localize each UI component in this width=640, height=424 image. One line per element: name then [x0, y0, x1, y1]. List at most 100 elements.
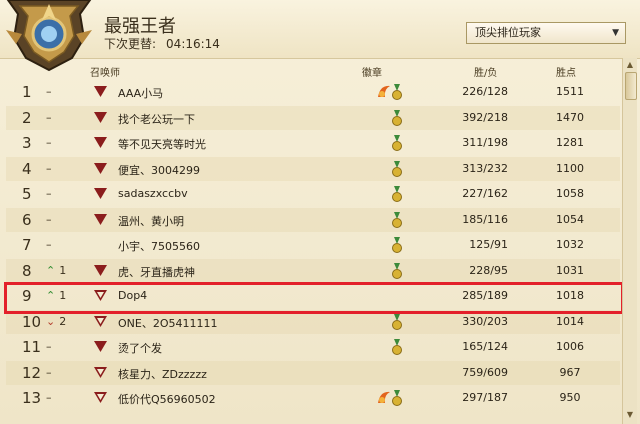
- column-header-summoner: 召唤师: [90, 68, 120, 79]
- ranking-filter-value: 顶尖排位玩家: [475, 26, 541, 39]
- scrollbar[interactable]: ▲ ▼: [622, 58, 637, 424]
- summoner-name[interactable]: 等不见天亮等时光: [118, 136, 206, 152]
- win-loss-value: 165/124: [462, 340, 508, 353]
- column-header-win-loss: 胜/负: [474, 68, 498, 79]
- team-icon: [94, 111, 107, 123]
- points-value: 1054: [556, 212, 584, 226]
- team-icon: [94, 188, 107, 199]
- rank-number: 2: [22, 108, 32, 127]
- rank-change: –: [46, 238, 52, 251]
- summoner-name[interactable]: sadaszxccbv: [118, 187, 188, 200]
- summoner-name[interactable]: 温州、黄小明: [118, 213, 184, 229]
- badge-list: [364, 236, 404, 254]
- win-loss-value: 311/198: [462, 136, 508, 149]
- scrollbar-thumb[interactable]: [625, 72, 637, 100]
- rank-change: –: [46, 110, 52, 124]
- win-loss-value: 125/91: [469, 238, 508, 251]
- badge-list: [364, 364, 404, 382]
- scroll-down-icon[interactable]: ▼: [623, 410, 637, 422]
- rank-number: 11: [22, 338, 42, 356]
- summoner-name[interactable]: 虎、牙直播虎神: [118, 264, 195, 280]
- ranking-filter-dropdown[interactable]: 顶尖排位玩家 ▼: [466, 22, 626, 44]
- table-row[interactable]: 11– 烫了个发 165/124 1006: [6, 335, 620, 359]
- rank-number: 13: [22, 389, 42, 407]
- rank-number: 3: [22, 134, 32, 152]
- rank-change: –: [46, 187, 52, 200]
- badge-list: [364, 185, 404, 203]
- rank-change: –: [46, 340, 52, 353]
- points-value: 1031: [556, 263, 584, 277]
- win-loss-value: 185/116: [462, 212, 508, 226]
- summoner-name[interactable]: ONE、2O5411111: [118, 315, 217, 331]
- table-row[interactable]: 13– 低价代Q56960502 297/187 950: [6, 386, 620, 410]
- rank-change: ⌄ 2: [46, 315, 74, 328]
- scroll-up-icon[interactable]: ▲: [623, 60, 637, 72]
- rank-change: –: [46, 136, 52, 149]
- rank-change: –: [46, 212, 52, 226]
- table-row[interactable]: 2– 找个老公玩一下 392/218 1470: [6, 105, 620, 130]
- table-row[interactable]: 4– 便宜、3004299 313/232 1100: [6, 156, 620, 181]
- win-loss-value: 226/128: [462, 85, 508, 98]
- medal-badge-icon: [392, 390, 402, 406]
- summoner-name[interactable]: 烫了个发: [118, 340, 162, 356]
- summoner-name[interactable]: 核星力、ZDzzzzz: [118, 366, 207, 382]
- summoner-name[interactable]: 小宇、7505560: [118, 238, 200, 254]
- table-row[interactable]: 12– 核星力、ZDzzzzz 759/609 967: [6, 360, 620, 385]
- win-loss-value: 330/203: [462, 314, 508, 328]
- badge-list: [364, 160, 404, 178]
- fire-badge-icon: [378, 85, 390, 97]
- win-loss-value: 227/162: [462, 187, 508, 200]
- table-row[interactable]: 1 – AAA小马 226/128 1511: [6, 80, 620, 104]
- rank-change: –: [46, 365, 52, 379]
- rank-change: ⌃ 1: [46, 264, 74, 277]
- rank-number: 1: [22, 83, 32, 101]
- table-row[interactable]: 8 ⌃ 1 虎、牙直播虎神 228/95 1031: [6, 258, 620, 283]
- medal-badge-icon: [392, 109, 402, 126]
- points-value: 950: [559, 391, 581, 404]
- medal-badge-icon: [392, 84, 402, 100]
- highlight-box: [4, 282, 624, 314]
- team-icon: [94, 366, 107, 378]
- table-row[interactable]: 6– 温州、黄小明 185/116 1054: [6, 207, 620, 232]
- badge-list: [364, 134, 404, 152]
- team-icon: [94, 264, 107, 276]
- medal-badge-icon: [392, 313, 402, 330]
- table-row[interactable]: 3 – 等不见天亮等时光 311/198 1281: [6, 131, 620, 155]
- summoner-name[interactable]: 便宜、3004299: [118, 162, 200, 178]
- rank-number: 8: [22, 261, 32, 280]
- medal-badge-icon: [392, 186, 402, 202]
- points-value: 1058: [556, 187, 584, 200]
- leaderboard-panel: 最强王者 下次更替: 04:16:14 顶尖排位玩家 ▼ 召唤师 徽章 胜/负 胜…: [0, 0, 640, 424]
- summoner-name[interactable]: AAA小马: [118, 85, 163, 101]
- chevron-down-icon: ▼: [612, 28, 619, 38]
- rank-change-value: 2: [59, 314, 67, 328]
- medal-badge-icon: [392, 211, 402, 228]
- next-update-line: 下次更替: 04:16:14: [104, 35, 220, 52]
- team-icon: [94, 392, 107, 403]
- rank-change-value: 1: [59, 263, 67, 277]
- rank-change: –: [46, 85, 52, 98]
- rank-number: 4: [22, 159, 32, 178]
- column-header-badges: 徽章: [362, 68, 382, 79]
- badge-list: [364, 262, 404, 280]
- table-row[interactable]: 5 – sadaszxccbv 227/162 1058: [6, 182, 620, 206]
- table-row[interactable]: 7 – 小宇、7505560 125/91 1032: [6, 233, 620, 257]
- badge-list: [364, 338, 404, 356]
- rank-number: 6: [22, 210, 32, 229]
- medal-badge-icon: [392, 339, 402, 355]
- fire-badge-icon: [378, 391, 390, 403]
- win-loss-value: 392/218: [462, 110, 508, 124]
- badge-list: [364, 313, 404, 331]
- win-loss-value: 228/95: [469, 263, 508, 277]
- badge-list: [364, 389, 404, 407]
- summoner-name[interactable]: 低价代Q56960502: [118, 391, 216, 407]
- team-icon: [94, 86, 107, 97]
- points-value: 1470: [556, 110, 584, 124]
- points-value: 1032: [556, 238, 584, 251]
- team-icon: [94, 213, 107, 225]
- rank-change: –: [46, 391, 52, 404]
- team-icon: [94, 341, 107, 352]
- summoner-name[interactable]: 找个老公玩一下: [118, 111, 195, 127]
- rank-number: 7: [22, 236, 32, 254]
- next-update-time: 04:16:14: [166, 37, 220, 51]
